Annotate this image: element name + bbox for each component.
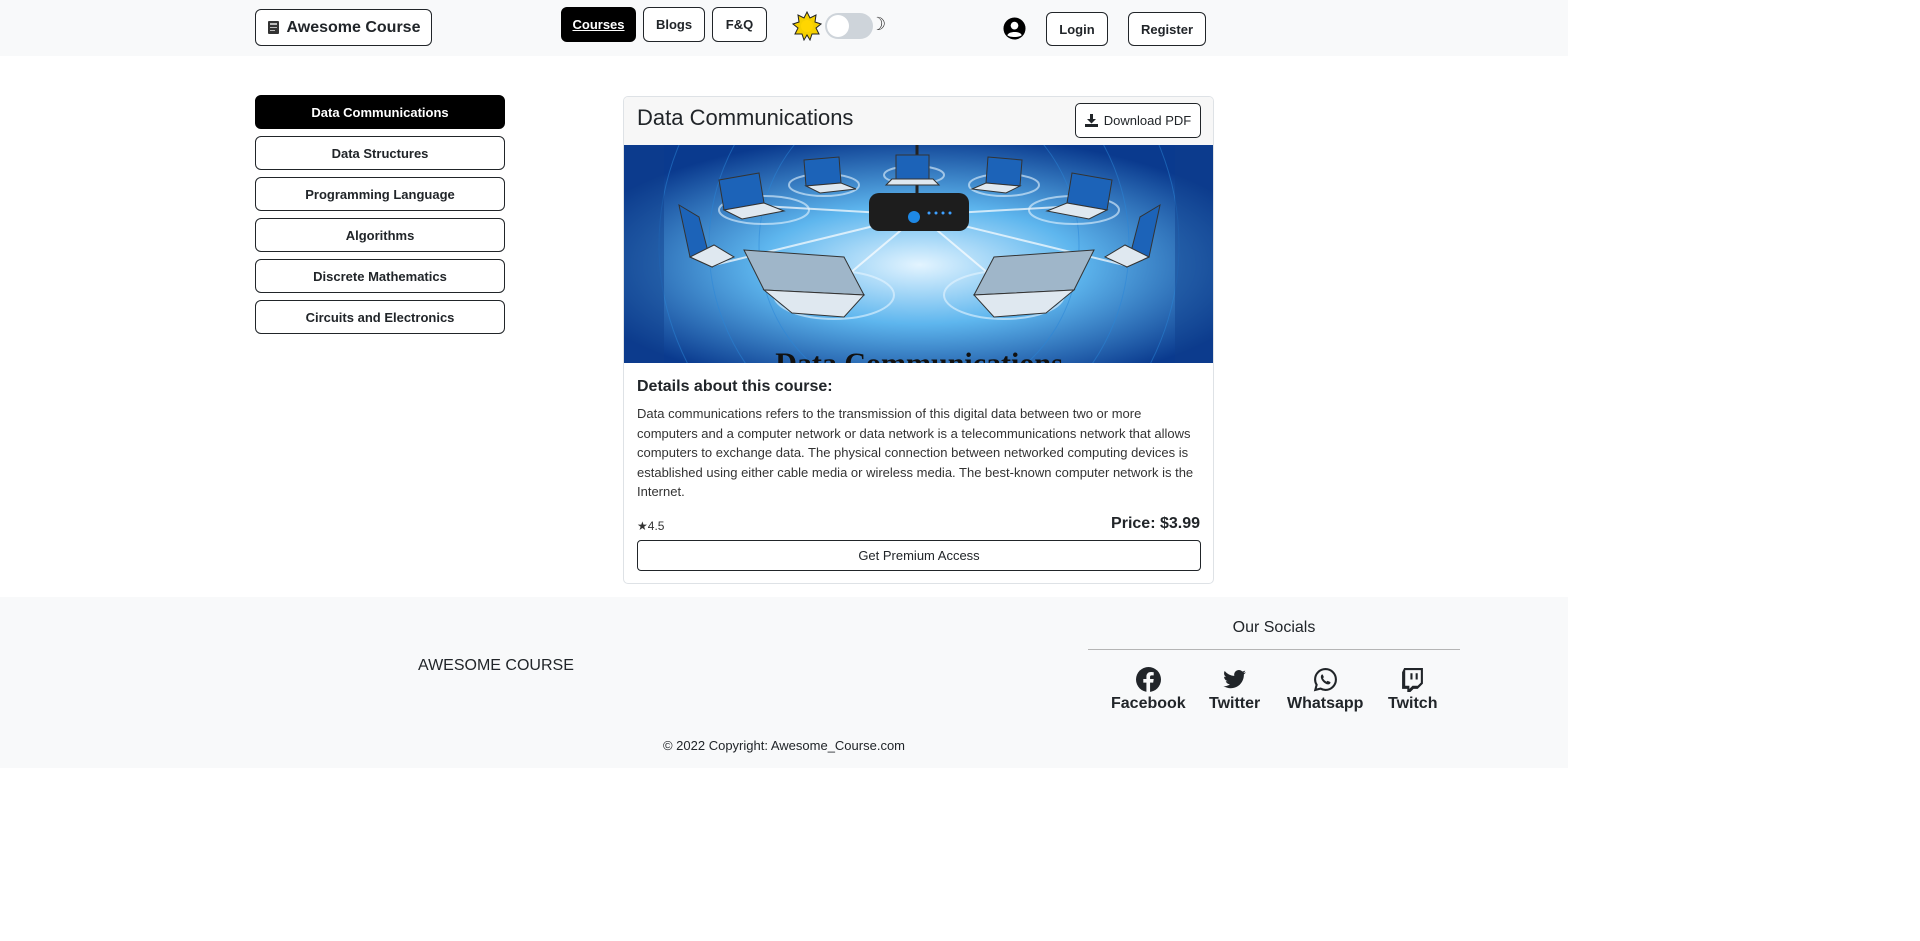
sidebar-item-data-communications[interactable]: Data Communications (255, 95, 505, 129)
sidebar-item-programming-language[interactable]: Programming Language (255, 177, 505, 211)
social-twitter[interactable]: Twitter (1209, 667, 1260, 713)
twitch-icon (1402, 668, 1424, 692)
card-header: Data Communications Download PDF (624, 97, 1213, 146)
course-sidebar: Data Communications Data Structures Prog… (255, 95, 505, 341)
nav-courses[interactable]: Courses (561, 7, 636, 42)
twitch-label: Twitch (1388, 695, 1438, 712)
facebook-label: Facebook (1111, 695, 1186, 712)
course-rating: ★4.5 (637, 519, 664, 533)
sidebar-item-discrete-mathematics[interactable]: Discrete Mathematics (255, 259, 505, 293)
get-premium-button[interactable]: Get Premium Access (637, 540, 1201, 571)
rating-value: 4.5 (647, 519, 665, 533)
facebook-icon (1135, 667, 1161, 692)
social-twitch[interactable]: Twitch (1388, 667, 1437, 713)
sidebar-item-circuits-electronics[interactable]: Circuits and Electronics (255, 300, 505, 334)
download-pdf-button[interactable]: Download PDF (1075, 103, 1201, 138)
login-button[interactable]: Login (1046, 12, 1108, 46)
book-icon (267, 21, 279, 34)
moon-icon: ☽ (870, 14, 887, 34)
download-icon (1084, 114, 1098, 127)
toggle-knob (827, 15, 849, 37)
twitter-label: Twitter (1209, 695, 1261, 712)
register-button[interactable]: Register (1128, 12, 1206, 46)
brand-name: Awesome Course (286, 18, 421, 36)
course-card: Data Communications Download PDF Details… (623, 96, 1214, 584)
nav-blogs[interactable]: Blogs (643, 7, 705, 42)
socials-heading: Our Socials (1232, 619, 1316, 636)
brand-link[interactable]: Awesome Course (255, 9, 432, 46)
footer: AWESOME COURSE Our Socials Facebook Twit… (0, 597, 1568, 768)
user-avatar-icon[interactable] (1003, 17, 1026, 40)
sidebar-item-data-structures[interactable]: Data Structures (255, 136, 505, 170)
theme-toggle[interactable] (825, 13, 873, 39)
social-facebook[interactable]: Facebook (1111, 667, 1186, 713)
image-caption: Data Communications (775, 347, 1063, 363)
twitter-icon (1223, 670, 1247, 689)
copyright-text: © 2022 Copyright: Awesome_Course.com (662, 738, 906, 753)
details-heading: Details about this course: (637, 378, 833, 395)
top-navbar: Awesome Course Courses Blogs F&Q ☽ Login… (0, 0, 1568, 56)
footer-brand: AWESOME COURSE (418, 657, 574, 674)
theme-switch[interactable]: ☽ (792, 11, 888, 41)
course-price: Price: $3.99 (1111, 515, 1200, 532)
socials-divider (1088, 649, 1460, 650)
social-whatsapp[interactable]: Whatsapp (1287, 667, 1363, 713)
star-icon: ★ (637, 519, 648, 533)
course-image: Data Communications (624, 145, 1213, 363)
sun-icon (792, 11, 822, 41)
download-pdf-label: Download PDF (1103, 113, 1192, 128)
sidebar-item-algorithms[interactable]: Algorithms (255, 218, 505, 252)
whatsapp-icon (1313, 668, 1337, 692)
course-description: Data communications refers to the transm… (637, 406, 1194, 500)
course-title: Data Communications (637, 105, 854, 130)
whatsapp-label: Whatsapp (1287, 695, 1364, 712)
nav-faq[interactable]: F&Q (712, 7, 767, 42)
